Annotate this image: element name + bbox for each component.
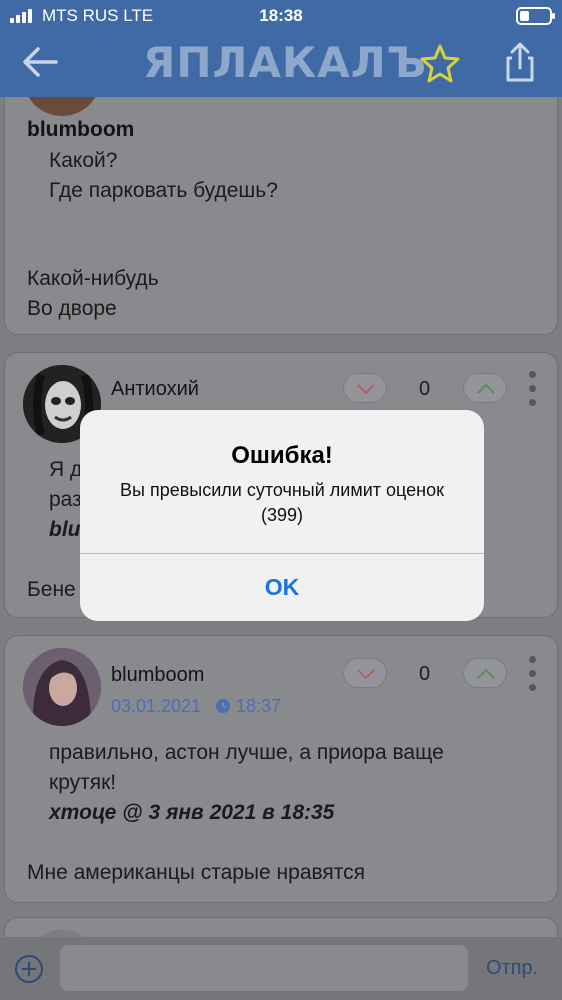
comment-text: Какой-нибудь Во дворе (27, 267, 159, 320)
more-options-icon[interactable] (527, 656, 537, 692)
comment-author[interactable]: blumboom (111, 664, 204, 687)
alert-title: Ошибка! (231, 442, 333, 469)
avatar (23, 930, 101, 937)
comment-score: 0 (419, 378, 431, 400)
comment-author[interactable]: Антиохий (111, 378, 199, 401)
top-bar: MTS RUS LTE 18:38 ЯПЛАКАЛЪ (0, 0, 562, 97)
comment-card: blumboom 03.01.2021 18:37 0 правильно, а… (4, 635, 558, 903)
error-alert-dialog: Ошибка! Вы превысили суточный лимит оцен… (80, 410, 484, 621)
share-icon[interactable] (498, 40, 542, 84)
comment-text: Бене (27, 578, 76, 601)
comment-author[interactable]: blumboom (27, 118, 134, 142)
comment-card (4, 917, 558, 937)
downvote-button[interactable] (343, 373, 387, 403)
avatar (23, 97, 101, 116)
quoted-text: Какой? Где парковать будешь? (49, 149, 278, 202)
composer-bar: Отпр. (0, 937, 562, 1000)
comment-input[interactable] (60, 945, 468, 991)
alert-message: Вы превысили суточный лимит оценок (399) (120, 480, 444, 525)
quote-source: хтоце @ 3 янв 2021 в 18:35 (49, 801, 335, 824)
comment-text: Мне американцы старые нравятся (27, 861, 366, 884)
quoted-text: Я д раз blu (49, 458, 83, 541)
downvote-button[interactable] (343, 658, 387, 688)
back-arrow-icon[interactable] (18, 42, 62, 82)
avatar[interactable] (23, 648, 101, 726)
status-bar: MTS RUS LTE 18:38 (0, 0, 562, 32)
more-options-icon[interactable] (527, 371, 537, 407)
add-attachment-icon[interactable] (14, 954, 44, 984)
comment-score: 0 (419, 663, 431, 685)
clock: 18:38 (259, 6, 303, 25)
upvote-button[interactable] (463, 658, 507, 688)
star-icon[interactable] (418, 42, 462, 84)
quoted-text: правильно, астон лучше, а приора ваще кр… (49, 738, 444, 828)
comment-card: blumboom Какой? Где парковать будешь? Ка… (4, 97, 558, 335)
comment-date[interactable]: 03.01.2021 (111, 696, 201, 717)
send-button[interactable]: Отпр. (486, 957, 538, 980)
site-logo[interactable]: ЯПЛАКАЛЪ (143, 38, 426, 88)
upvote-button[interactable] (463, 373, 507, 403)
comment-time: 18:37 (236, 696, 282, 716)
clock-icon (215, 698, 231, 719)
ok-button[interactable]: OK (80, 554, 484, 621)
battery-icon (516, 7, 555, 25)
